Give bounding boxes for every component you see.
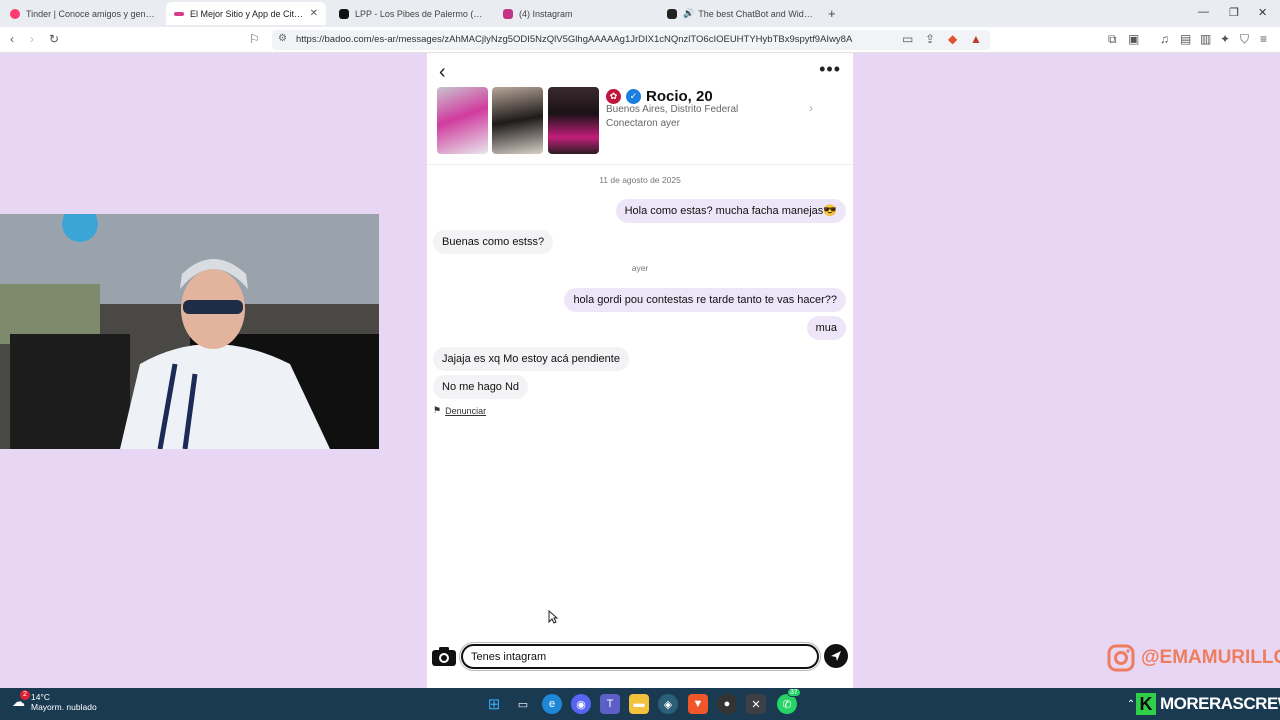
- instagram-logo-icon: [1107, 644, 1135, 672]
- social-handle: @EMAMURILLO05: [1141, 647, 1280, 668]
- forward-icon[interactable]: ›: [30, 32, 34, 46]
- reload-icon[interactable]: ↻: [49, 32, 59, 46]
- brand-watermark: K MORERASCREW: [1136, 688, 1280, 720]
- tab-title: LPP - Los Pibes de Palermo (@lpp.o: [355, 8, 485, 19]
- date-separator: ayer: [631, 263, 649, 273]
- back-icon[interactable]: ‹: [10, 32, 14, 46]
- file-explorer-icon[interactable]: ▬: [629, 694, 649, 714]
- message-bubble-incoming: Jajaja es xq Mo estoy acá pendiente: [433, 347, 629, 371]
- message-bubble-outgoing: Hola como estas? mucha facha manejas😎: [615, 199, 846, 223]
- report-link[interactable]: ⚑ Denunciar: [433, 405, 486, 416]
- vpn-icon[interactable]: ⛉: [1240, 32, 1249, 47]
- obs-icon[interactable]: ●: [717, 694, 737, 714]
- minimize-icon[interactable]: —: [1198, 6, 1209, 18]
- tab-chatbot[interactable]: 🔊 The best ChatBot and Widgets fo: [659, 2, 821, 25]
- profile-name-row[interactable]: ✿ ✓ Rocio, 20: [606, 88, 713, 105]
- windows-taskbar: ☁ 2 14°C Mayorm. nublado ⊞ ▭ e ◉ T ▬ ◈ ▼…: [0, 688, 1280, 720]
- site-settings-icon[interactable]: ⚙: [278, 33, 287, 44]
- webcam-overlay: [0, 214, 379, 449]
- header-divider: [427, 164, 853, 165]
- back-arrow-icon[interactable]: ‹: [439, 61, 446, 84]
- tab-tinder[interactable]: Tinder | Conoce amigos y gente nue: [2, 2, 164, 25]
- tab-instagram[interactable]: (4) Instagram: [495, 2, 657, 25]
- send-button[interactable]: [824, 644, 848, 668]
- teams-icon[interactable]: T: [600, 694, 620, 714]
- weather-description: Mayorm. nublado: [31, 702, 97, 712]
- brave-rewards-icon[interactable]: ▲: [970, 32, 982, 46]
- tab-title: Tinder | Conoce amigos y gente nue: [26, 8, 156, 19]
- badoo-icon: [174, 11, 184, 16]
- message-bubble-incoming: Buenas como estss?: [433, 230, 554, 254]
- discord-icon[interactable]: ◉: [571, 694, 591, 714]
- cloud-sun-icon: ☁ 2: [12, 690, 30, 710]
- chevron-right-icon[interactable]: ›: [809, 101, 813, 115]
- tab-tiktok[interactable]: LPP - Los Pibes de Palermo (@lpp.o: [331, 2, 493, 25]
- chatbot-icon: [667, 8, 677, 19]
- profile-photo[interactable]: [437, 87, 488, 154]
- extensions-icon[interactable]: ⧉: [1108, 32, 1117, 47]
- message-input[interactable]: [459, 642, 821, 671]
- media-icon[interactable]: ♫: [1160, 32, 1169, 46]
- weather-temperature: 14°C: [31, 692, 50, 702]
- browser-tab-strip: Tinder | Conoce amigos y gente nue El Me…: [0, 0, 1280, 27]
- game-icon[interactable]: ✕: [746, 694, 766, 714]
- more-options-icon[interactable]: •••: [819, 59, 841, 80]
- address-bar[interactable]: ⚙ https://badoo.com/es-ar/messages/zAhMA…: [272, 30, 990, 50]
- chat-panel: ‹ ••• ✿ ✓ Rocio, 20 Buenos Aires, Distri…: [427, 53, 853, 688]
- social-watermark: @EMAMURILLO05: [1107, 644, 1280, 672]
- menu-icon[interactable]: ≡: [1260, 32, 1267, 46]
- badoo-badge-icon: ✿: [606, 89, 621, 104]
- tab-title: El Mejor Sitio y App de Citas Gra: [190, 8, 304, 19]
- close-tab-icon[interactable]: ✕: [310, 8, 318, 19]
- message-bubble-incoming: No me hago Nd: [433, 375, 529, 399]
- weather-alert-badge: 2: [20, 690, 30, 700]
- tab-title: (4) Instagram: [519, 8, 573, 19]
- send-icon: [831, 651, 841, 661]
- sidebar-icon[interactable]: ▤: [1180, 32, 1191, 46]
- cast-icon[interactable]: ▭: [902, 32, 913, 46]
- edge-icon[interactable]: e: [542, 694, 562, 714]
- restore-icon[interactable]: ❐: [1229, 6, 1239, 19]
- profile-location: Buenos Aires, Distrito Federal: [606, 104, 739, 115]
- task-view-icon[interactable]: ▭: [513, 694, 533, 714]
- speaker-icon: 🔊: [683, 8, 695, 18]
- profile-status: Conectaron ayer: [606, 118, 680, 129]
- report-label: Denunciar: [445, 405, 487, 416]
- profile-name: Rocio, 20: [646, 88, 713, 105]
- windows-start-icon[interactable]: ⊞: [484, 694, 504, 714]
- close-window-icon[interactable]: ✕: [1258, 6, 1267, 19]
- new-tab-button[interactable]: +: [828, 6, 836, 21]
- share-icon[interactable]: ⇪: [925, 32, 935, 46]
- brand-name: MORERASCREW: [1160, 694, 1280, 713]
- bookmark-icon[interactable]: ⚐: [249, 32, 260, 46]
- tiktok-icon: [339, 8, 349, 19]
- tinder-icon: [10, 8, 20, 19]
- brave-icon[interactable]: ▼: [688, 694, 708, 714]
- message-bubble-outgoing: hola gordi pou contestas re tarde tanto …: [564, 288, 846, 312]
- profile-photo[interactable]: [548, 87, 599, 154]
- browser-toolbar: ‹ › ↻ ⚐ ⚙ https://badoo.com/es-ar/messag…: [0, 27, 1280, 53]
- tab-badoo[interactable]: El Mejor Sitio y App de Citas Gra ✕: [166, 2, 326, 25]
- brave-shield-icon[interactable]: ◆: [948, 32, 957, 46]
- url-text: https://badoo.com/es-ar/messages/zAhMACj…: [296, 34, 853, 45]
- instagram-icon: [503, 8, 513, 19]
- date-separator: 11 de agosto de 2025: [599, 175, 681, 185]
- whatsapp-badge: 37: [787, 688, 801, 697]
- camera-icon[interactable]: [431, 645, 457, 667]
- wallet-icon[interactable]: ▥: [1200, 32, 1211, 46]
- webcam-video-image: [0, 214, 379, 449]
- flag-icon: ⚑: [433, 405, 442, 415]
- leo-ai-icon[interactable]: ✦: [1220, 32, 1230, 46]
- app-icon[interactable]: ◈: [658, 694, 678, 714]
- profile-photo[interactable]: [492, 87, 543, 154]
- weather-widget[interactable]: ☁ 2 14°C Mayorm. nublado: [12, 690, 97, 712]
- whatsapp-icon[interactable]: ✆ 37: [777, 688, 801, 714]
- message-bubble-outgoing: mua: [806, 316, 846, 340]
- brand-k-logo-icon: K: [1136, 693, 1156, 715]
- mouse-cursor-icon: [548, 610, 558, 624]
- tab-title: The best ChatBot and Widgets fo: [698, 8, 813, 19]
- tab-search-icon[interactable]: ▣: [1128, 32, 1139, 46]
- verified-icon: ✓: [626, 89, 641, 104]
